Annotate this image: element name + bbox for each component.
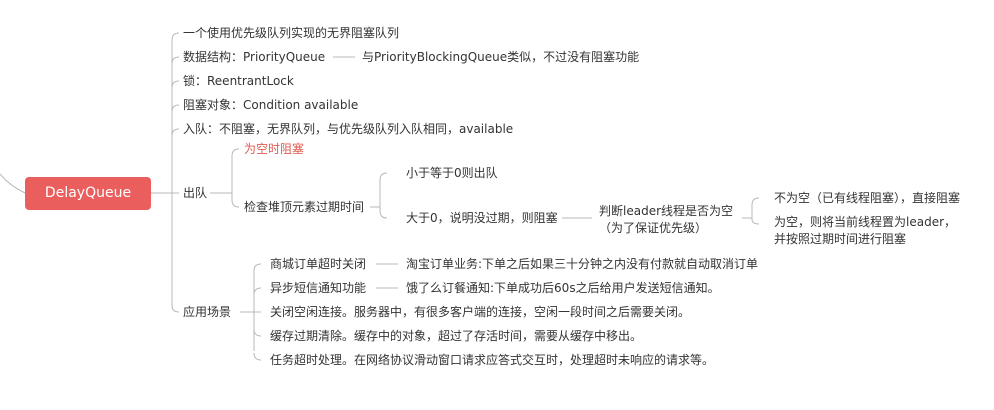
- node-scenario-cache[interactable]: 缓存过期清除。缓存中的对象，超过了存活时间，需要从缓存中移出。: [270, 329, 642, 343]
- node-scenario-idle-conn[interactable]: 关闭空闲连接。服务器中，有很多客户端的连接，空闲一段时间之后需要关闭。: [270, 305, 690, 319]
- node-scenario-sms[interactable]: 异步短信通知功能: [270, 281, 366, 295]
- node-lock[interactable]: 锁：ReentrantLock: [183, 74, 294, 88]
- node-leader-check-note: （为了保证优先级）: [599, 221, 708, 235]
- root-node[interactable]: DelayQueue: [25, 177, 151, 210]
- node-dequeue-empty[interactable]: 为空时阻塞: [244, 142, 304, 156]
- node-le-zero[interactable]: 小于等于0则出队: [406, 166, 498, 180]
- node-leader-not-empty[interactable]: 不为空（已有线程阻塞），直接阻塞: [774, 191, 960, 205]
- node-data-structure-detail[interactable]: 与PriorityBlockingQueue类似，不过没有阻塞功能: [362, 50, 639, 64]
- node-scenarios[interactable]: 应用场景: [183, 305, 231, 319]
- node-data-structure[interactable]: 数据结构：PriorityQueue: [183, 50, 325, 64]
- node-block-object[interactable]: 阻塞对象：Condition available: [183, 98, 358, 112]
- node-scenario-timeout[interactable]: 任务超时处理。在网络协议滑动窗口请求应答式交互时，处理超时未响应的请求等。: [270, 353, 714, 367]
- node-enqueue[interactable]: 入队：不阻塞，无界队列，与优先级队列入队相同，available: [183, 122, 513, 136]
- node-leader-check[interactable]: 判断leader线程是否为空: [599, 204, 733, 218]
- node-description[interactable]: 一个使用优先级队列实现的无界阻塞队列: [183, 26, 399, 40]
- node-leader-empty[interactable]: 为空，则将当前线程置为leader，: [774, 215, 956, 229]
- node-leader-empty-cont: 并按照过期时间进行阻塞: [774, 232, 907, 246]
- node-scenario-order[interactable]: 商城订单超时关闭: [270, 257, 366, 271]
- node-gt-zero[interactable]: 大于0，说明没过期，则阻塞: [406, 211, 558, 225]
- node-check-expire[interactable]: 检查堆顶元素过期时间: [244, 200, 364, 214]
- node-scenario-sms-detail[interactable]: 饿了么订餐通知:下单成功后60s之后给用户发送短信通知。: [406, 281, 720, 295]
- node-scenario-order-detail[interactable]: 淘宝订单业务:下单之后如果三十分钟之内没有付款就自动取消订单: [406, 257, 758, 271]
- node-dequeue[interactable]: 出队: [183, 186, 207, 200]
